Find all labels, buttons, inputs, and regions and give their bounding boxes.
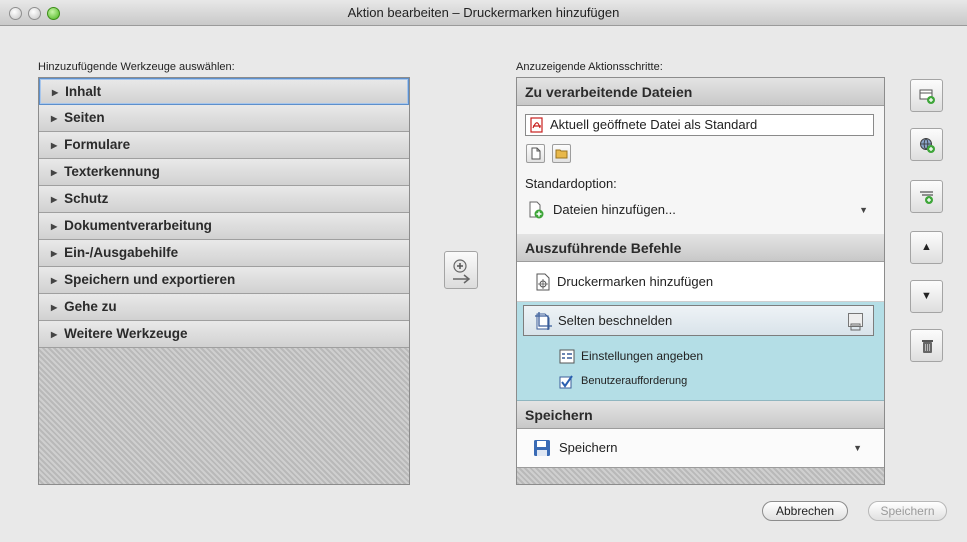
disclosure-triangle-icon: ▶ bbox=[51, 195, 58, 204]
tools-list: ▶ Inhalt ▶ Seiten ▶ Formulare ▶ Texterkennun… bbox=[38, 77, 410, 485]
file-entry[interactable]: Aktuell geöffnete Datei als Standard bbox=[525, 114, 874, 136]
empty-area bbox=[517, 467, 884, 484]
tool-group-formulare[interactable]: ▶ Formulare bbox=[39, 132, 409, 159]
folder-icon bbox=[555, 149, 568, 159]
option-einstellungen[interactable]: Einstellungen angeben bbox=[559, 349, 704, 364]
tools-label: Hinzuzufügende Werkzeuge auswählen: bbox=[38, 61, 235, 73]
tool-group-seiten[interactable]: ▶ Seiten bbox=[39, 105, 409, 132]
title-bar: Aktion bearbeiten – Druckermarken hinzuf… bbox=[0, 0, 967, 26]
tool-group-label: Gehe zu bbox=[64, 299, 117, 314]
disclosure-triangle-icon: ▶ bbox=[51, 168, 58, 177]
disclosure-triangle-icon: ▶ bbox=[51, 249, 58, 258]
globe-add-icon bbox=[920, 138, 935, 153]
tool-group-label: Dokumentverarbeitung bbox=[64, 218, 212, 233]
delete-button[interactable] bbox=[910, 329, 943, 362]
steps-label: Anzuzeigende Aktionsschritte: bbox=[516, 61, 663, 73]
tool-group-label: Schutz bbox=[64, 191, 109, 206]
option-label: Einstellungen angeben bbox=[581, 349, 704, 363]
add-panel-button[interactable] bbox=[910, 79, 943, 112]
tool-group-speichern-exportieren[interactable]: ▶ Speichern und exportieren bbox=[39, 267, 409, 294]
add-panel-icon bbox=[919, 89, 935, 104]
tool-group-ein-ausgabehilfe[interactable]: ▶ Ein-/Ausgabehilfe bbox=[39, 240, 409, 267]
chevron-down-icon: ▼ bbox=[859, 205, 868, 215]
document-icon bbox=[531, 147, 541, 160]
add-file-button[interactable] bbox=[526, 144, 545, 163]
save-button[interactable]: Speichern bbox=[868, 501, 947, 521]
tool-group-label: Weitere Werkzeuge bbox=[64, 326, 188, 341]
tool-group-inhalt[interactable]: ▶ Inhalt bbox=[39, 78, 409, 105]
disclosure-triangle-icon: ▶ bbox=[51, 303, 58, 312]
save-option-select[interactable]: Speichern ▼ bbox=[517, 429, 884, 467]
floppy-disk-icon bbox=[534, 440, 550, 456]
disclosure-triangle-icon: ▶ bbox=[51, 114, 58, 123]
disclosure-triangle-icon: ▶ bbox=[51, 330, 58, 339]
tool-group-label: Formulare bbox=[64, 137, 131, 152]
save-section-header[interactable]: Speichern bbox=[517, 401, 884, 429]
command-row-seiten-beschneiden[interactable]: Selten beschnelden bbox=[523, 305, 874, 336]
option-label: Benutzeraufforderung bbox=[581, 375, 688, 387]
tool-group-label: Ein-/Ausgabehilfe bbox=[64, 245, 179, 260]
tool-group-weitere-werkzeuge[interactable]: ▶ Weitere Werkzeuge bbox=[39, 321, 409, 348]
chevron-down-icon: ▼ bbox=[853, 443, 862, 453]
tool-group-schutz[interactable]: ▶ Schutz bbox=[39, 186, 409, 213]
action-steps-panel: Zu verarbeitende Dateien Aktuell geöffne… bbox=[516, 77, 885, 485]
pdf-file-icon bbox=[530, 117, 543, 133]
tool-group-label: Inhalt bbox=[65, 84, 102, 99]
add-folder-button[interactable] bbox=[552, 144, 571, 163]
tool-group-label: Texterkennung bbox=[64, 164, 160, 179]
add-files-icon bbox=[529, 201, 544, 219]
trash-icon bbox=[922, 340, 933, 353]
command-row-druckermarken[interactable]: Druckermarken hinzufügen bbox=[517, 262, 884, 302]
files-section-header[interactable]: Zu verarbeitende Dateien bbox=[517, 78, 884, 106]
tool-group-label: Speichern und exportieren bbox=[64, 272, 236, 287]
cancel-button[interactable]: Abbrechen bbox=[762, 501, 848, 521]
move-down-button[interactable]: ▼ bbox=[910, 280, 943, 313]
standard-option-label: Standardoption: bbox=[525, 176, 617, 191]
disclosure-triangle-icon: ▶ bbox=[51, 222, 58, 231]
disclosure-triangle-icon: ▶ bbox=[52, 88, 59, 97]
options-dialog-icon[interactable] bbox=[848, 313, 863, 331]
window-title: Aktion bearbeiten – Druckermarken hinzuf… bbox=[347, 5, 620, 20]
disclosure-triangle-icon: ▶ bbox=[51, 141, 58, 150]
add-instruction-icon bbox=[920, 191, 933, 204]
add-globe-button[interactable] bbox=[910, 128, 943, 161]
commands-section-header[interactable]: Auszuführende Befehle bbox=[517, 234, 884, 262]
triangle-up-icon: ▲ bbox=[921, 241, 932, 253]
add-arrow-icon bbox=[453, 259, 471, 284]
move-up-button[interactable]: ▲ bbox=[910, 231, 943, 264]
tool-group-gehe-zu[interactable]: ▶ Gehe zu bbox=[39, 294, 409, 321]
command-label: Selten beschnelden bbox=[558, 313, 673, 328]
file-entry-text: Aktuell geöffnete Datei als Standard bbox=[550, 117, 758, 132]
crop-pages-icon bbox=[535, 312, 552, 330]
printer-marks-icon bbox=[536, 273, 550, 291]
option-benutzeraufforderung[interactable]: Benutzeraufforderung bbox=[559, 375, 688, 390]
save-option-value: Speichern bbox=[559, 440, 618, 455]
tool-group-dokumentverarbeitung[interactable]: ▶ Dokumentverarbeitung bbox=[39, 213, 409, 240]
selected-command-group: Selten beschnelden Einstellungen angeben… bbox=[517, 302, 884, 401]
disclosure-triangle-icon: ▶ bbox=[51, 276, 58, 285]
files-section: Aktuell geöffnete Datei als Standard Sta… bbox=[517, 106, 884, 234]
tool-group-texterkennung[interactable]: ▶ Texterkennung bbox=[39, 159, 409, 186]
tool-group-label: Seiten bbox=[64, 110, 105, 125]
settings-list-icon bbox=[559, 349, 575, 364]
add-instruction-button[interactable] bbox=[910, 180, 943, 213]
triangle-down-icon: ▼ bbox=[921, 290, 932, 302]
command-label: Druckermarken hinzufügen bbox=[557, 274, 714, 289]
checkbox-checked-icon[interactable] bbox=[559, 375, 574, 390]
add-tool-button[interactable] bbox=[444, 251, 478, 289]
standard-option-value: Dateien hinzufügen... bbox=[553, 202, 676, 217]
standard-option-select[interactable]: Dateien hinzufügen... ▼ bbox=[525, 198, 874, 222]
